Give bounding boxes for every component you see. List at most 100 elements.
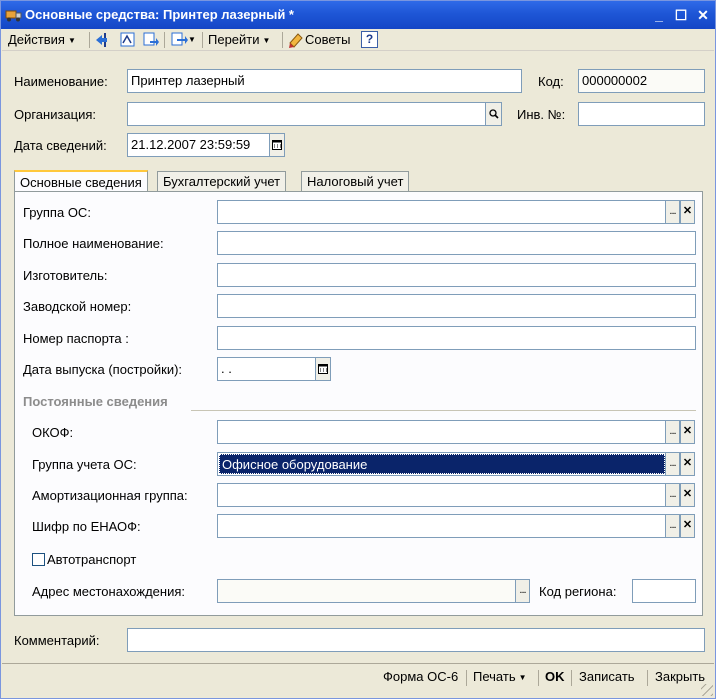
okof-label: ОКОФ: <box>32 425 74 440</box>
address-select-button[interactable]: ... <box>515 579 530 603</box>
toolbar-separator <box>164 32 165 48</box>
close-button[interactable]: Закрыть <box>655 669 705 684</box>
main-window: Основные средства: Принтер лазерный * _ … <box>0 0 716 699</box>
toolbar-separator <box>202 32 203 48</box>
enaof-select-button[interactable]: ... <box>665 514 680 538</box>
manufacturer-input[interactable] <box>217 263 696 287</box>
footer-separator <box>466 670 467 686</box>
save-button[interactable]: Записать <box>579 669 635 684</box>
vehicle-label[interactable]: Автотранспорт <box>47 552 136 567</box>
release-date-label: Дата выпуска (постройки): <box>23 362 183 377</box>
name-input[interactable]: Принтер лазерный <box>127 69 522 93</box>
print-label: Печать <box>473 669 516 684</box>
okof-select-button[interactable]: ... <box>665 420 680 444</box>
release-date-input[interactable]: . . <box>217 357 317 381</box>
amort-group-input[interactable] <box>217 483 667 507</box>
tab-main-info[interactable]: Основные сведения <box>14 170 148 192</box>
minimize-button[interactable]: _ <box>649 6 669 24</box>
tab-tax[interactable]: Налоговый учет <box>301 171 410 192</box>
full-name-input[interactable] <box>217 231 696 255</box>
footer-bar: Форма ОС-6 Печать ▼ OK Записать Закрыть <box>2 663 714 689</box>
truck-icon <box>5 10 22 22</box>
serial-input[interactable] <box>217 294 696 318</box>
okof-input[interactable] <box>217 420 667 444</box>
organization-label: Организация: <box>14 107 97 122</box>
code-label: Код: <box>538 74 564 89</box>
organization-input[interactable] <box>127 102 487 126</box>
inv-number-input[interactable] <box>578 102 705 126</box>
amort-group-clear-button[interactable]: ✕ <box>680 483 695 507</box>
tab-accounting[interactable]: Бухгалтерский учет <box>157 171 287 192</box>
vehicle-checkbox[interactable] <box>32 553 45 566</box>
serial-label: Заводской номер: <box>23 299 132 314</box>
region-input[interactable] <box>632 579 696 603</box>
address-label: Адрес местонахождения: <box>32 584 185 599</box>
move-back-icon[interactable] <box>94 31 112 49</box>
organization-search-button[interactable] <box>485 102 502 126</box>
close-window-button[interactable]: ✕ <box>693 6 713 24</box>
full-name-label: Полное наименование: <box>23 236 164 251</box>
toolbar-separator <box>89 32 90 48</box>
help-button[interactable]: ? <box>361 31 378 48</box>
calendar-icon <box>272 140 282 150</box>
os-group-account-input[interactable]: Офисное оборудование <box>217 452 667 476</box>
comment-input[interactable] <box>127 628 705 652</box>
structure-icon[interactable] <box>119 31 137 49</box>
ok-button[interactable]: OK <box>545 669 565 684</box>
footer-separator <box>647 670 648 686</box>
group-os-label: Группа ОС: <box>23 205 91 220</box>
release-date-calendar-button[interactable] <box>315 357 331 381</box>
inv-number-label: Инв. №: <box>517 107 566 122</box>
address-input[interactable] <box>217 579 517 603</box>
os-group-account-value: Офисное оборудование <box>219 454 665 474</box>
tips-button[interactable]: Советы <box>305 30 350 50</box>
os-group-account-clear-button[interactable]: ✕ <box>680 452 695 476</box>
subordinate-docs-icon[interactable] <box>142 31 160 49</box>
dropdown-arrow-icon: ▼ <box>262 36 271 45</box>
passport-input[interactable] <box>217 326 696 350</box>
print-menu[interactable]: Печать ▼ <box>473 669 527 684</box>
actions-label: Действия <box>8 32 65 47</box>
toolbar-separator <box>282 32 283 48</box>
enaof-input[interactable] <box>217 514 667 538</box>
tips-icon <box>289 33 303 48</box>
dropdown-arrow-icon: ▼ <box>518 673 527 682</box>
form-os6-button[interactable]: Форма ОС-6 <box>383 669 458 684</box>
date-calendar-button[interactable] <box>269 133 285 157</box>
toolbar: Действия ▼ ▼ Перейти ▼ Советы ? <box>2 29 714 51</box>
group-os-input[interactable] <box>217 200 667 224</box>
group-os-select-button[interactable]: ... <box>665 200 680 224</box>
okof-clear-button[interactable]: ✕ <box>680 420 695 444</box>
actions-menu[interactable]: Действия ▼ <box>8 30 76 50</box>
code-input[interactable]: 000000002 <box>578 69 705 93</box>
group-os-clear-button[interactable]: ✕ <box>680 200 695 224</box>
os-group-account-label: Группа учета ОС: <box>32 457 137 472</box>
window-title: Основные средства: Принтер лазерный * <box>25 7 294 22</box>
comment-label: Комментарий: <box>14 633 100 648</box>
dropdown-arrow-icon: ▼ <box>67 36 76 45</box>
goto-menu[interactable]: Перейти ▼ <box>208 30 270 50</box>
manufacturer-label: Изготовитель: <box>23 268 108 283</box>
region-label: Код региона: <box>539 584 617 599</box>
maximize-button[interactable]: ☐ <box>671 6 691 24</box>
passport-label: Номер паспорта : <box>23 331 129 346</box>
search-icon <box>488 109 499 119</box>
title-bar[interactable]: Основные средства: Принтер лазерный * _ … <box>1 1 715 29</box>
footer-separator <box>571 670 572 686</box>
os-group-account-select-button[interactable]: ... <box>665 452 680 476</box>
enter-based-on-icon[interactable] <box>170 31 188 49</box>
amort-group-select-button[interactable]: ... <box>665 483 680 507</box>
calendar-icon <box>318 364 328 374</box>
footer-separator <box>538 670 539 686</box>
amort-group-label: Амортизационная группа: <box>32 488 188 503</box>
enaof-clear-button[interactable]: ✕ <box>680 514 695 538</box>
date-label: Дата сведений: <box>14 138 107 153</box>
date-input[interactable]: 21.12.2007 23:59:59 <box>127 133 272 157</box>
goto-label: Перейти <box>208 32 260 47</box>
permanent-info-header: Постоянные сведения <box>23 394 168 409</box>
name-label: Наименование: <box>14 74 108 89</box>
group-divider <box>191 410 696 411</box>
dropdown-arrow-icon[interactable]: ▼ <box>188 30 196 50</box>
enaof-label: Шифр по ЕНАОФ: <box>32 519 141 534</box>
resize-grip[interactable] <box>701 684 713 696</box>
